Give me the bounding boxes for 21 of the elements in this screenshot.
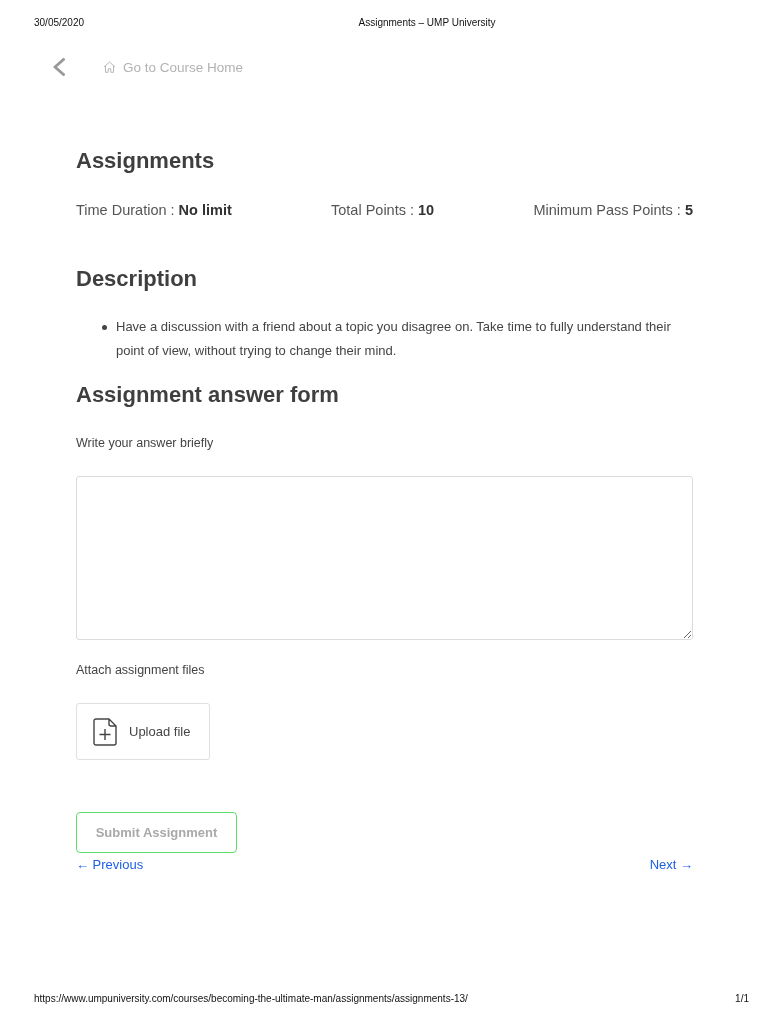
bullet-icon — [102, 325, 107, 330]
section-heading: Description — [76, 265, 198, 293]
home-icon — [103, 61, 116, 73]
file-plus-icon — [93, 717, 117, 746]
print-date: 30/05/2020 — [34, 17, 85, 29]
field-label: Write your answer briefly — [76, 435, 214, 452]
stat-text: Time Duration : No limit — [76, 201, 232, 220]
stat-text: Total Points : 10 — [331, 201, 435, 220]
page-number: 1/1 — [735, 993, 749, 1005]
print-title: Assignments – UMP University — [358, 17, 496, 29]
upload-button[interactable]: Upload file — [76, 703, 210, 760]
print-url: https://www.umpuniversity.com/courses/becoming-the-ultimate-man/assignments/assignments-13/ — [34, 993, 468, 1005]
previous-link[interactable]: ← Previous — [76, 857, 144, 873]
next-link[interactable]: Next → — [649, 857, 693, 873]
section-heading: Assignment answer form — [76, 381, 339, 409]
page-heading: Assignments — [76, 147, 215, 175]
field-label: Attach assignment files — [76, 662, 205, 679]
chevron-left-icon[interactable] — [52, 58, 66, 76]
description-text: Have a discussion with a friend about a topic you disagree on. Take time to fully understand their point of view, without trying to change their mind. — [116, 318, 672, 360]
answer-field[interactable] — [76, 476, 693, 640]
stat-text: Minimum Pass Points : 5 — [533, 201, 693, 220]
